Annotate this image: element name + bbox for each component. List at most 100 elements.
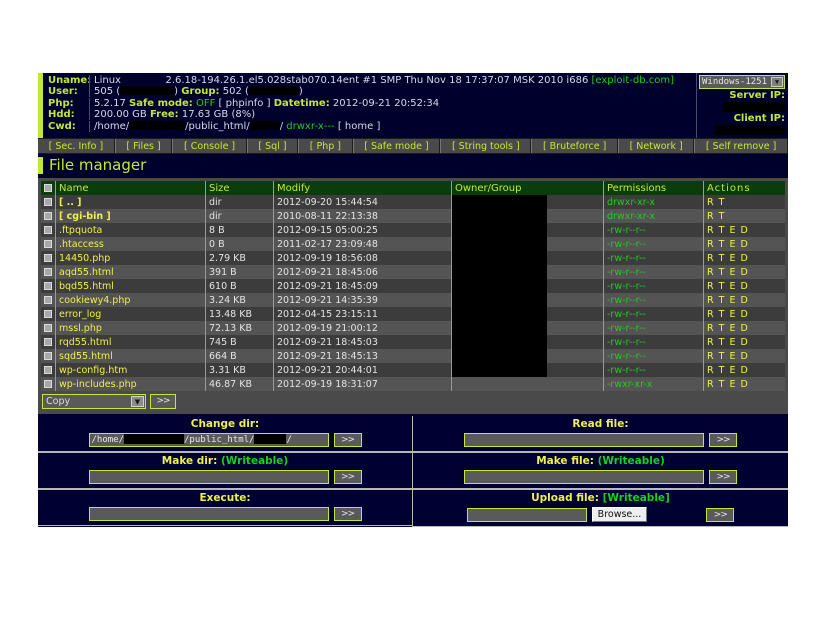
file-name[interactable]: mssl.php bbox=[55, 321, 206, 335]
row-select-cell[interactable] bbox=[41, 321, 56, 335]
execute-input[interactable] bbox=[88, 507, 329, 521]
file-name[interactable]: [ .. ] bbox=[55, 195, 206, 209]
select-all-checkbox[interactable] bbox=[44, 183, 52, 192]
row-checkbox[interactable] bbox=[44, 268, 52, 276]
file-permissions[interactable]: -rw-r--r-- bbox=[603, 307, 704, 321]
row-select-cell[interactable] bbox=[41, 223, 56, 237]
execute-submit-button[interactable]: >> bbox=[333, 507, 362, 521]
nav-item-sec-info[interactable]: [ Sec. Info ] bbox=[38, 139, 115, 153]
file-actions[interactable]: R T E D bbox=[703, 377, 785, 391]
row-checkbox[interactable] bbox=[44, 380, 52, 388]
read-file-input[interactable] bbox=[464, 433, 704, 447]
file-name[interactable]: cookiewy4.php bbox=[55, 293, 206, 307]
row-checkbox[interactable] bbox=[44, 310, 52, 318]
file-permissions[interactable]: -rw-r--r-- bbox=[603, 349, 704, 363]
row-checkbox[interactable] bbox=[44, 240, 52, 248]
row-checkbox[interactable] bbox=[44, 338, 52, 346]
file-actions[interactable]: R T E D bbox=[703, 237, 785, 251]
file-permissions[interactable]: drwxr-xr-x bbox=[603, 195, 704, 209]
table-row[interactable]: wp-includes.php 46.87 KB 2012-09-19 18:3… bbox=[41, 377, 785, 391]
select-all-header[interactable] bbox=[41, 181, 56, 195]
file-permissions[interactable]: -rwxr-xr-x bbox=[603, 377, 704, 391]
row-checkbox[interactable] bbox=[44, 254, 52, 262]
table-row[interactable]: bqd55.html 610 B 2012-09-21 18:45:09 -rw… bbox=[41, 279, 785, 293]
make-dir-input[interactable] bbox=[88, 470, 329, 484]
file-actions[interactable]: R T E D bbox=[703, 363, 785, 377]
file-permissions[interactable]: -rw-r--r-- bbox=[603, 237, 704, 251]
file-permissions[interactable]: -rw-r--r-- bbox=[603, 363, 704, 377]
row-checkbox[interactable] bbox=[44, 212, 52, 220]
file-permissions[interactable]: drwxr-xr-x bbox=[603, 209, 704, 223]
change-dir-input[interactable]: /home/ /public_html/ / bbox=[88, 433, 329, 447]
nav-item-string-tools[interactable]: [ String tools ] bbox=[440, 139, 532, 153]
table-row[interactable]: wp-config.htm 3.31 KB 2012-09-21 20:44:0… bbox=[41, 363, 785, 377]
column-header-owner-group[interactable]: Owner/Group bbox=[451, 181, 604, 195]
nav-item-sql[interactable]: [ Sql ] bbox=[246, 139, 299, 153]
file-name[interactable]: .htaccess bbox=[55, 237, 206, 251]
row-select-cell[interactable] bbox=[41, 209, 56, 223]
file-actions[interactable]: R T E D bbox=[703, 321, 785, 335]
browse-button[interactable]: Browse... bbox=[591, 507, 648, 522]
bulk-action-select[interactable]: Copy ▼ bbox=[42, 394, 146, 409]
nav-item-network[interactable]: [ Network ] bbox=[617, 139, 695, 153]
row-select-cell[interactable] bbox=[41, 237, 56, 251]
file-permissions[interactable]: -rw-r--r-- bbox=[603, 223, 704, 237]
file-name[interactable]: sqd55.html bbox=[55, 349, 206, 363]
row-checkbox[interactable] bbox=[44, 198, 52, 206]
read-file-submit-button[interactable]: >> bbox=[709, 433, 737, 447]
bulk-action-submit-button[interactable]: >> bbox=[150, 394, 176, 409]
row-checkbox[interactable] bbox=[44, 352, 52, 360]
table-row[interactable]: error_log 13.48 KB 2012-04-15 23:15:11 -… bbox=[41, 307, 785, 321]
cwd-part1[interactable]: /home/ bbox=[94, 121, 129, 132]
column-header-size[interactable]: Size bbox=[205, 181, 274, 195]
row-select-cell[interactable] bbox=[41, 293, 56, 307]
column-header-permissions[interactable]: Permissions bbox=[603, 181, 704, 195]
row-select-cell[interactable] bbox=[41, 279, 56, 293]
table-row[interactable]: aqd55.html 391 B 2012-09-21 18:45:06 -rw… bbox=[41, 265, 785, 279]
file-actions[interactable]: R T E D bbox=[703, 223, 785, 237]
file-permissions[interactable]: -rw-r--r-- bbox=[603, 321, 704, 335]
column-header-name[interactable]: Name bbox=[55, 181, 206, 195]
file-permissions[interactable]: -rw-r--r-- bbox=[603, 265, 704, 279]
file-permissions[interactable]: -rw-r--r-- bbox=[603, 335, 704, 349]
row-checkbox[interactable] bbox=[44, 296, 52, 304]
table-row[interactable]: rqd55.html 745 B 2012-09-21 18:45:03 -rw… bbox=[41, 335, 785, 349]
row-select-cell[interactable] bbox=[41, 377, 56, 391]
row-select-cell[interactable] bbox=[41, 265, 56, 279]
file-actions[interactable]: R T E D bbox=[703, 307, 785, 321]
change-dir-submit-button[interactable]: >> bbox=[333, 433, 362, 447]
row-checkbox[interactable] bbox=[44, 324, 52, 332]
nav-item-files[interactable]: [ Files ] bbox=[114, 139, 173, 153]
table-row[interactable]: 14450.php 2.79 KB 2012-09-19 18:56:08 -r… bbox=[41, 251, 785, 265]
table-row[interactable]: [ cgi-bin ] dir 2010-08-11 22:13:38 drwx… bbox=[41, 209, 785, 223]
file-actions[interactable]: R T bbox=[703, 195, 785, 209]
make-file-submit-button[interactable]: >> bbox=[709, 470, 737, 484]
table-row[interactable]: cookiewy4.php 3.24 KB 2012-09-21 14:35:3… bbox=[41, 293, 785, 307]
upload-file-submit-button[interactable]: >> bbox=[706, 507, 735, 522]
row-checkbox[interactable] bbox=[44, 366, 52, 374]
cwd-home-link[interactable]: [ home ] bbox=[338, 121, 381, 132]
file-name[interactable]: aqd55.html bbox=[55, 265, 206, 279]
make-file-input[interactable] bbox=[464, 470, 704, 484]
cwd-part2[interactable]: /public_html/ bbox=[185, 121, 250, 132]
row-select-cell[interactable] bbox=[41, 349, 56, 363]
file-actions[interactable]: R T E D bbox=[703, 349, 785, 363]
table-row[interactable]: .ftpquota 8 B 2012-09-15 05:00:25 -rw-r-… bbox=[41, 223, 785, 237]
file-actions[interactable]: R T E D bbox=[703, 265, 785, 279]
file-permissions[interactable]: -rw-r--r-- bbox=[603, 279, 704, 293]
file-name[interactable]: rqd55.html bbox=[55, 335, 206, 349]
file-permissions[interactable]: -rw-r--r-- bbox=[603, 251, 704, 265]
nav-item-safe-mode[interactable]: [ Safe mode ] bbox=[352, 139, 441, 153]
row-select-cell[interactable] bbox=[41, 307, 56, 321]
upload-file-input[interactable] bbox=[466, 507, 587, 522]
row-select-cell[interactable] bbox=[41, 335, 56, 349]
encoding-select[interactable]: Windows-1251 ▼ bbox=[699, 75, 785, 89]
table-row[interactable]: .htaccess 0 B 2011-02-17 23:09:48 -rw-r-… bbox=[41, 237, 785, 251]
chevron-down-icon[interactable]: ▼ bbox=[771, 77, 783, 87]
file-actions[interactable]: R T E D bbox=[703, 251, 785, 265]
nav-item-self-remove[interactable]: [ Self remove ] bbox=[694, 139, 788, 153]
file-name[interactable]: wp-includes.php bbox=[55, 377, 206, 391]
row-checkbox[interactable] bbox=[44, 282, 52, 290]
row-select-cell[interactable] bbox=[41, 251, 56, 265]
file-name[interactable]: bqd55.html bbox=[55, 279, 206, 293]
